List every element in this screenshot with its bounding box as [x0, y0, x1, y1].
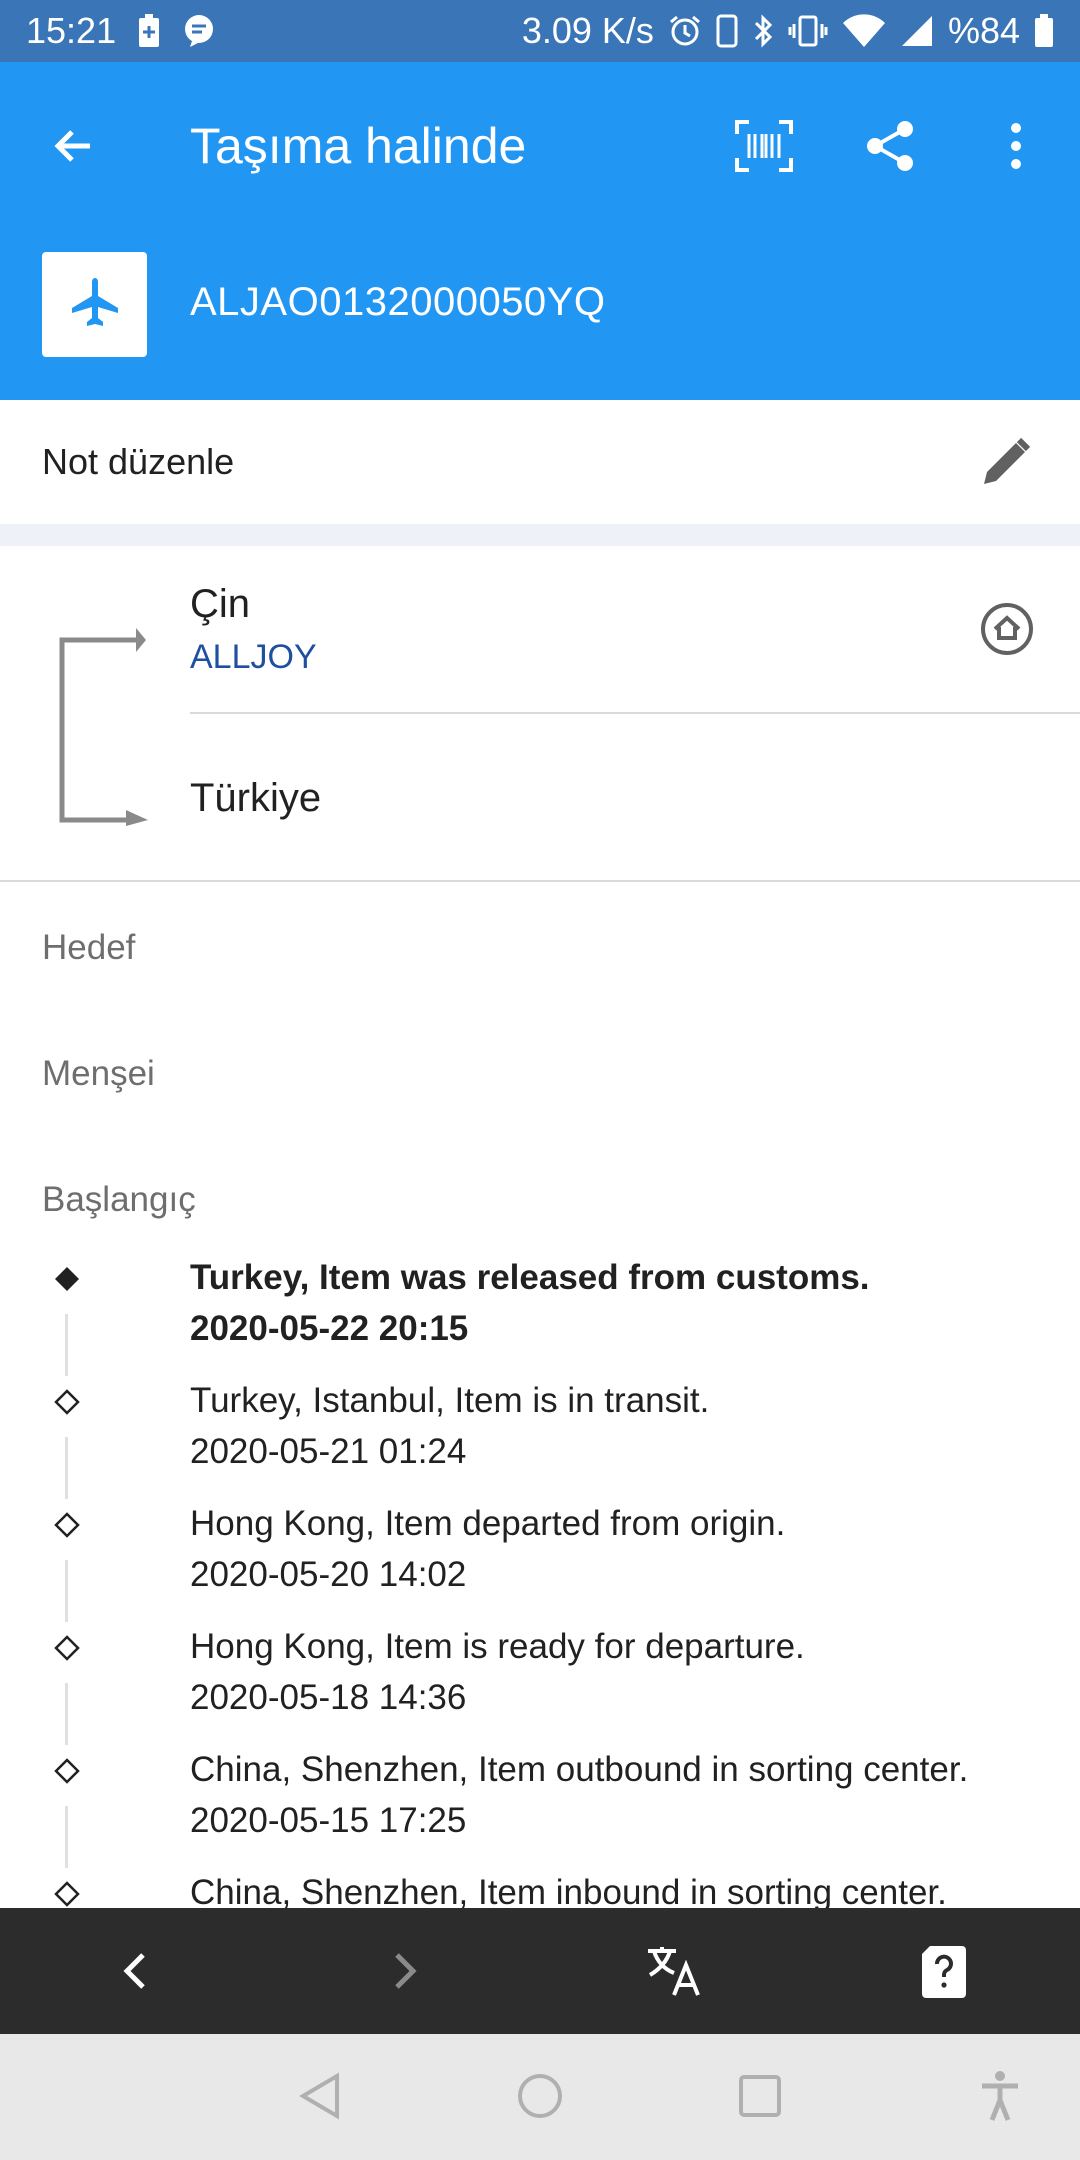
status-time: 15:21 — [26, 10, 117, 51]
outline-diamond-icon — [54, 1881, 80, 1907]
route-bracket-icon — [56, 626, 148, 831]
nav-home-icon[interactable] — [510, 2066, 570, 2126]
destination-section-label: Hedef — [42, 928, 136, 967]
app-bar: Taşıma halinde ALJAO0132000050YQ — [0, 62, 1080, 400]
chevron-left-icon[interactable] — [104, 1939, 168, 2003]
timeline-connector — [65, 1314, 68, 1376]
timeline-event: China, Shenzhen, Item inbound in sorting… — [0, 1865, 1080, 1910]
timeline-connector — [65, 1683, 68, 1745]
bluetooth-icon — [752, 14, 774, 48]
route-card: Çin ALLJOY Türkiye — [0, 546, 1080, 882]
accessibility-icon[interactable] — [970, 2066, 1030, 2126]
event-description: Hong Kong, Item is ready for departure. — [190, 1627, 805, 1666]
network-speed: 3.09 K/s — [521, 10, 654, 51]
origin-section-label: Menşei — [42, 1054, 155, 1093]
help-icon[interactable] — [912, 1939, 976, 2003]
chevron-right-icon[interactable] — [372, 1939, 436, 2003]
tracking-timeline: Turkey, Item was released from customs. … — [0, 1250, 1080, 1910]
edit-note-label: Not düzenle — [42, 441, 235, 482]
shipment-mode-badge — [42, 252, 147, 357]
event-description: Turkey, Istanbul, Item is in transit. — [190, 1381, 710, 1420]
timeline-event: Hong Kong, Item is ready for departure. … — [0, 1619, 1080, 1745]
alarm-icon — [668, 14, 702, 48]
outline-diamond-icon — [54, 1512, 80, 1538]
phone-portrait-icon — [716, 14, 738, 48]
outline-diamond-icon — [54, 1635, 80, 1661]
airplane-icon — [67, 274, 123, 335]
event-description: Hong Kong, Item departed from origin. — [190, 1504, 786, 1543]
section-separator — [0, 524, 1080, 546]
timeline-connector — [65, 1806, 68, 1868]
destination-country: Türkiye — [190, 776, 322, 820]
pencil-icon[interactable] — [974, 430, 1038, 494]
start-section-label: Başlangıç — [42, 1180, 196, 1219]
event-description: China, Shenzhen, Item inbound in sorting… — [190, 1873, 947, 1910]
event-datetime: 2020-05-18 14:36 — [190, 1678, 467, 1717]
battery-percent: %84 — [947, 10, 1020, 51]
bottom-toolbar — [0, 1908, 1080, 2034]
outline-diamond-icon — [54, 1389, 80, 1415]
timeline-event: Turkey, Istanbul, Item is in transit. 20… — [0, 1373, 1080, 1499]
battery-icon — [1034, 14, 1054, 48]
status-bar: 15:21 3.09 K/s %84 — [0, 0, 1080, 62]
filled-diamond-icon — [54, 1266, 80, 1292]
event-description: China, Shenzhen, Item outbound in sortin… — [190, 1750, 969, 1789]
barcode-icon[interactable] — [728, 110, 800, 182]
system-nav-bar — [0, 2034, 1080, 2160]
event-datetime: 2020-05-15 17:25 — [190, 1801, 467, 1840]
edit-note-row[interactable]: Not düzenle — [0, 400, 1080, 524]
share-icon[interactable] — [854, 110, 926, 182]
timeline-event: China, Shenzhen, Item outbound in sortin… — [0, 1742, 1080, 1868]
event-datetime: 2020-05-22 20:15 — [190, 1309, 469, 1348]
home-circle-icon[interactable] — [978, 600, 1036, 658]
timeline-connector — [65, 1560, 68, 1622]
timeline-event: Turkey, Item was released from customs. … — [0, 1250, 1080, 1376]
timeline-event: Hong Kong, Item departed from origin. 20… — [0, 1496, 1080, 1622]
cell-signal-icon — [900, 14, 934, 48]
origin-country: Çin — [190, 582, 251, 626]
event-datetime: 2020-05-21 01:24 — [190, 1432, 467, 1471]
timeline-connector — [65, 1437, 68, 1499]
translate-icon[interactable] — [642, 1939, 706, 2003]
page-title: Taşıma halinde — [190, 118, 527, 174]
chat-notification-icon — [182, 14, 216, 48]
more-vert-icon[interactable] — [980, 110, 1052, 182]
event-description: Turkey, Item was released from customs. — [190, 1258, 870, 1297]
nav-back-icon[interactable] — [290, 2066, 350, 2126]
vibrate-icon — [788, 14, 828, 48]
outline-diamond-icon — [54, 1758, 80, 1784]
tracking-number: ALJAO0132000050YQ — [190, 280, 606, 324]
event-datetime: 2020-05-20 14:02 — [190, 1555, 467, 1594]
back-arrow-icon[interactable] — [40, 112, 108, 180]
nav-recents-icon[interactable] — [730, 2066, 790, 2126]
battery-saver-icon — [138, 14, 160, 48]
carrier-name[interactable]: ALLJOY — [190, 638, 317, 677]
wifi-icon — [842, 14, 886, 48]
route-divider — [190, 712, 1080, 714]
